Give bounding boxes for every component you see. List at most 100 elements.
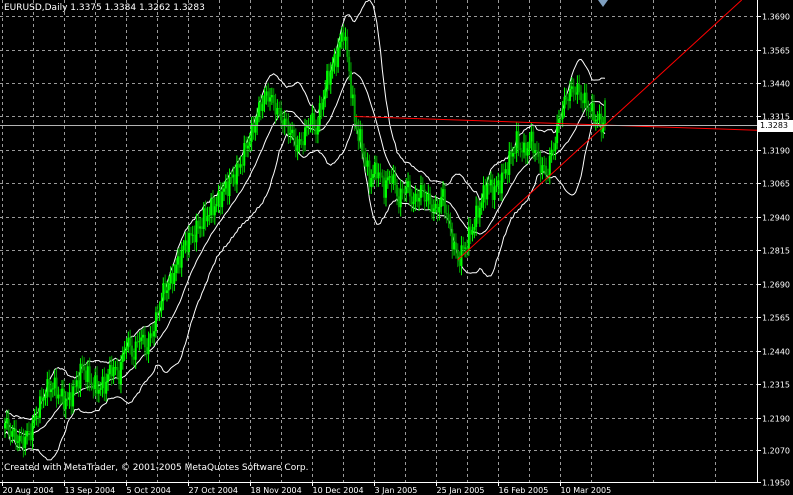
candle	[145, 338, 148, 361]
candle	[61, 380, 64, 405]
candle	[243, 135, 246, 173]
candle	[583, 83, 586, 109]
candle	[68, 383, 71, 409]
candle	[193, 225, 196, 251]
candle	[585, 83, 588, 117]
candle	[418, 189, 421, 211]
candle	[53, 369, 56, 396]
x-tick-label: 25 Jan 2005	[437, 486, 485, 495]
candle	[510, 142, 513, 165]
candle	[546, 168, 549, 182]
candle	[419, 175, 422, 206]
candle	[592, 94, 595, 128]
candle	[29, 423, 32, 447]
y-tick-label: 1.2690	[762, 281, 790, 290]
candle	[574, 86, 577, 101]
candle	[337, 38, 340, 73]
x-tick-label: 5 Oct 2004	[127, 486, 171, 495]
candle	[112, 359, 115, 384]
candle	[173, 263, 176, 292]
candle	[362, 143, 365, 167]
chart-title: EURUSD,Daily 1.3375 1.3384 1.3262 1.3283	[4, 3, 205, 13]
candle	[342, 23, 345, 49]
candle	[394, 166, 397, 194]
candle	[88, 357, 91, 392]
candle	[445, 204, 448, 224]
y-tick-label: 1.3440	[762, 80, 790, 89]
candle	[469, 218, 472, 244]
candle	[130, 336, 133, 365]
candle	[381, 169, 384, 187]
candle	[554, 136, 557, 161]
horizontal-trendline[interactable]	[354, 115, 758, 131]
candle	[154, 306, 157, 338]
x-tick-label: 10 Mar 2005	[561, 486, 612, 495]
candle	[64, 391, 67, 419]
candle	[375, 155, 378, 188]
candle	[454, 233, 457, 259]
candle	[464, 241, 467, 258]
candle	[5, 410, 8, 430]
candle	[182, 239, 185, 258]
price-chart[interactable]: 1.36901.35651.34401.33151.31901.30651.29…	[0, 0, 793, 495]
candle	[515, 121, 518, 163]
candle	[42, 388, 45, 409]
candle	[245, 136, 248, 157]
candle	[350, 62, 353, 106]
candle	[416, 188, 419, 208]
candle	[534, 143, 537, 162]
candle	[270, 87, 273, 105]
candle	[521, 141, 524, 162]
candle	[305, 120, 308, 137]
candle	[108, 356, 111, 380]
candle	[296, 135, 299, 161]
candle	[164, 274, 167, 300]
candle	[388, 170, 391, 185]
candle	[344, 27, 347, 50]
candle	[429, 186, 432, 213]
candle	[118, 361, 121, 390]
candle	[524, 135, 527, 165]
rising-trendline[interactable]	[457, 0, 743, 261]
candle	[368, 154, 371, 195]
y-tick-label: 1.2565	[762, 314, 790, 323]
candles	[4, 23, 606, 458]
candle	[186, 231, 189, 262]
candle	[451, 222, 454, 259]
y-tick-label: 1.2815	[762, 247, 790, 256]
candle	[320, 96, 323, 120]
candle	[257, 96, 260, 123]
candle	[92, 377, 95, 399]
chart-window[interactable]: 1.3690 1.3565 1.3440 1.3315 1.3190 1.3065 1.29…	[0, 0, 793, 495]
candle	[318, 95, 321, 133]
candle	[265, 85, 268, 105]
candle	[519, 142, 522, 158]
candle	[191, 225, 194, 244]
candle	[50, 380, 53, 402]
candle	[508, 142, 511, 183]
candle	[526, 141, 529, 164]
candle	[581, 93, 584, 113]
candle	[138, 331, 141, 351]
chart-shift-arrow-icon[interactable]	[598, 0, 608, 7]
candle	[241, 155, 244, 176]
candle	[272, 88, 275, 111]
candle	[16, 434, 19, 452]
y-tick-label: 1.2190	[762, 415, 790, 424]
candle	[105, 373, 108, 402]
candle	[20, 426, 23, 444]
candle	[90, 373, 93, 391]
current-price-label: 1.3283	[758, 119, 793, 132]
y-tick-label: 1.3690	[762, 13, 790, 22]
candle	[517, 123, 520, 157]
candle	[384, 170, 387, 207]
candle	[430, 197, 433, 220]
candle	[142, 328, 145, 345]
copyright-text: Created with MetaTrader, © 2001-2005 Met…	[4, 463, 309, 473]
candle	[315, 119, 318, 144]
candle	[119, 355, 122, 394]
candle	[322, 89, 325, 117]
candle	[556, 114, 559, 150]
candle	[412, 192, 415, 213]
candle	[309, 114, 312, 133]
